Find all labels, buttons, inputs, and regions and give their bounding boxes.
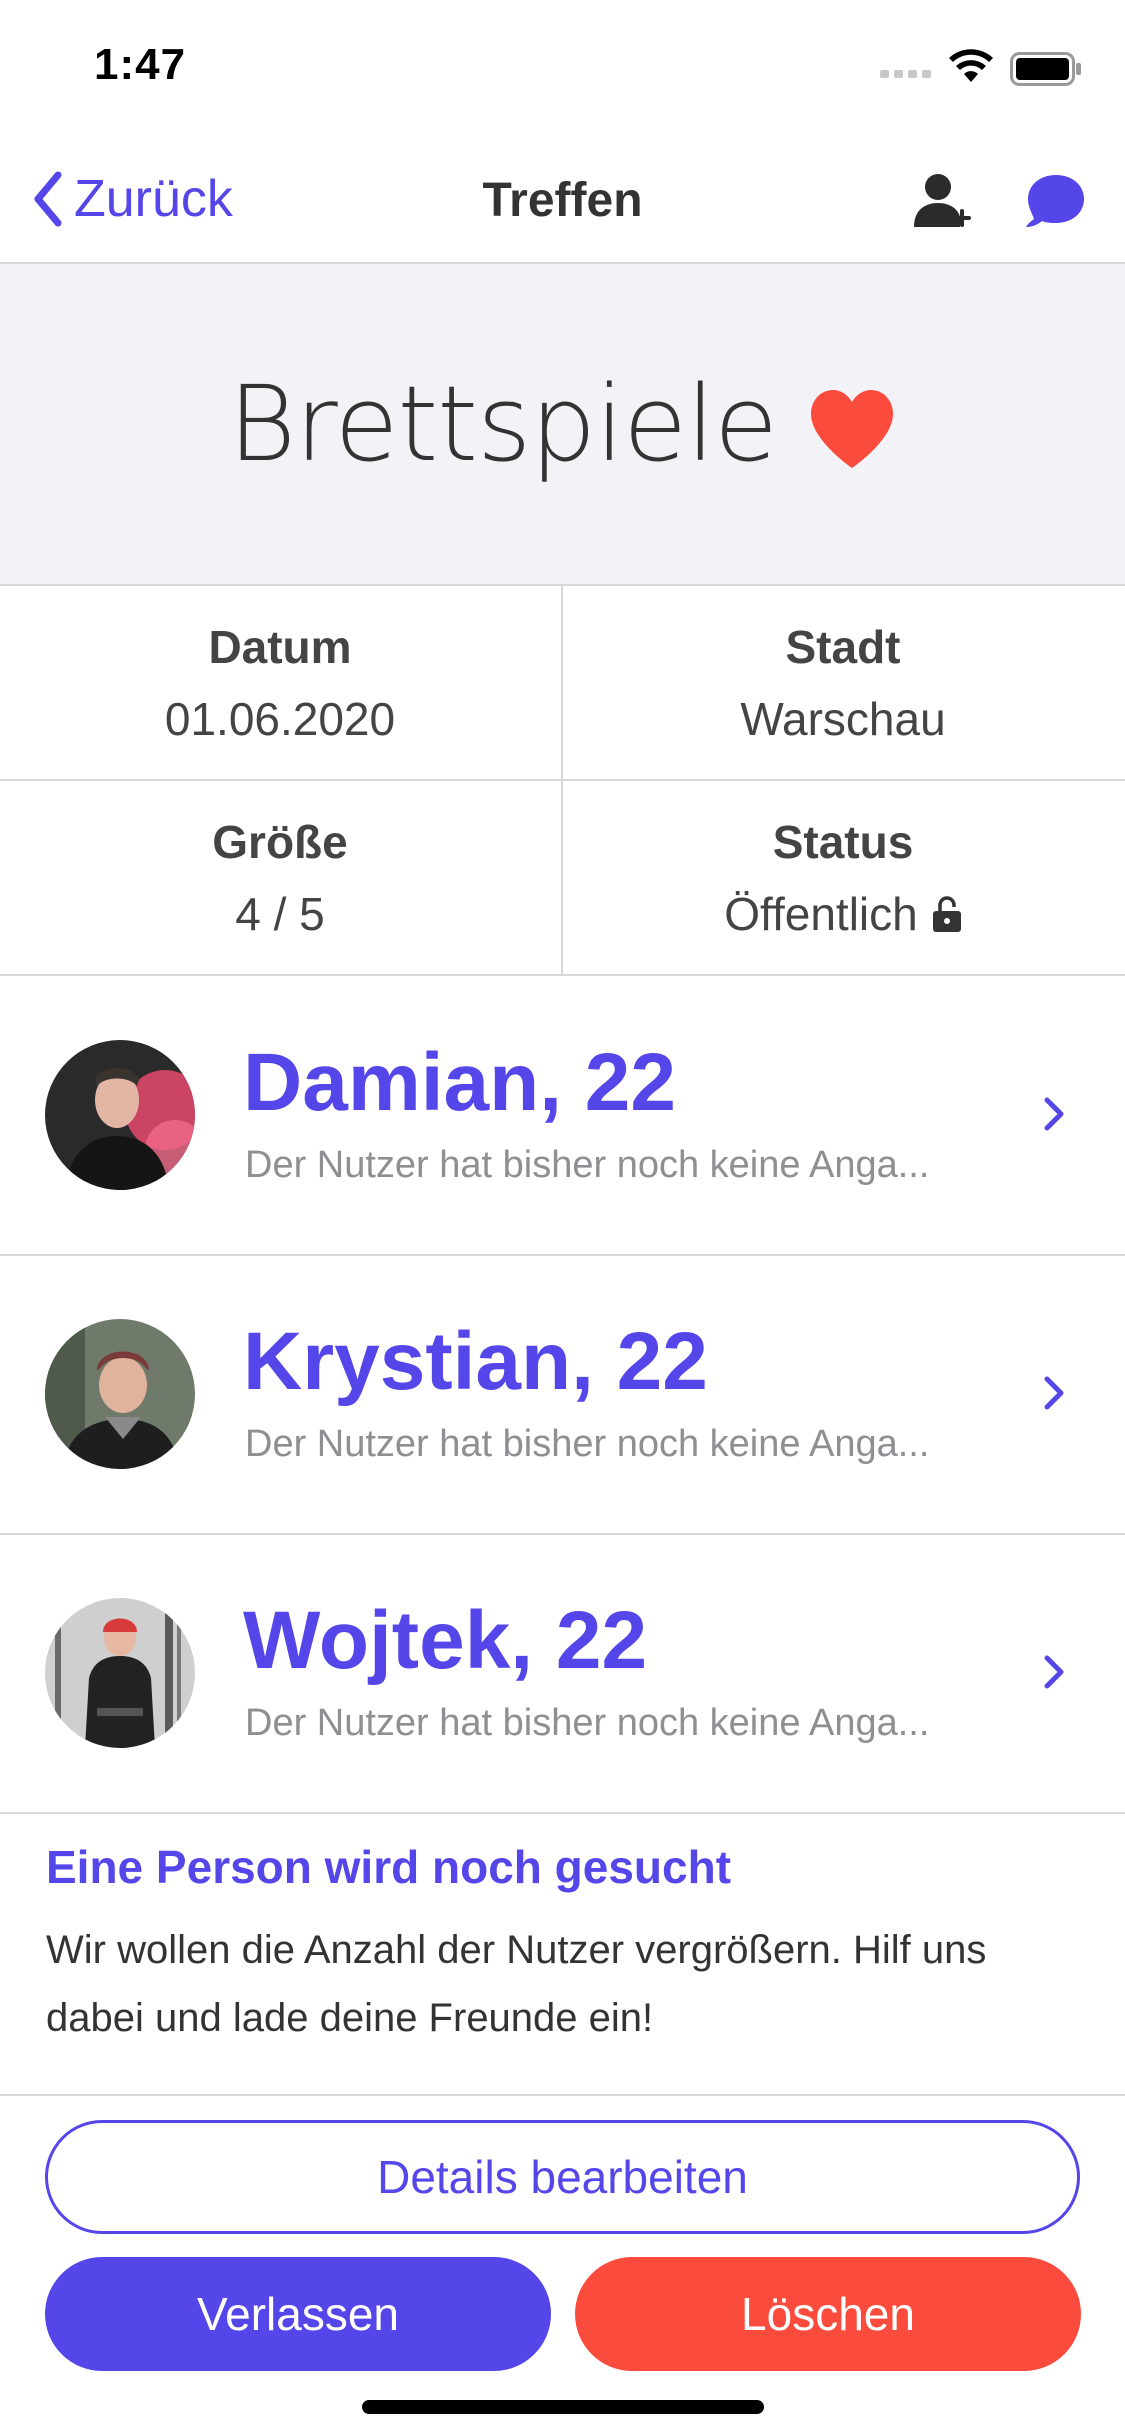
signal-icon <box>880 70 931 78</box>
status-label: Status <box>772 816 914 868</box>
navigation-bar: Zurück Treffen <box>0 135 1125 264</box>
wifi-icon <box>949 49 993 82</box>
member-row-wojtek[interactable]: Wojtek, 22 Der Nutzer hat bisher noch ke… <box>0 1534 1125 1814</box>
city-value: Warschau <box>740 693 946 745</box>
status-value: Öffentlich <box>724 888 918 940</box>
chevron-right-icon <box>1044 1097 1064 1131</box>
invite-title: Eine Person wird noch gesucht <box>46 1841 732 1893</box>
status-time: 1:47 <box>94 40 187 89</box>
invite-section: Eine Person wird noch gesucht Wir wollen… <box>0 1812 1125 2096</box>
date-value: 01.06.2020 <box>164 693 396 745</box>
delete-button[interactable]: Löschen <box>575 2257 1081 2371</box>
chevron-right-icon <box>1044 1376 1064 1410</box>
member-name: Krystian, 22 <box>243 1316 708 1407</box>
member-description: Der Nutzer hat bisher noch keine Anga... <box>245 1423 930 1465</box>
lock-open-icon <box>932 896 961 932</box>
member-name: Damian, 22 <box>243 1037 676 1128</box>
city-label: Stadt <box>785 621 901 673</box>
grid-divider <box>561 586 563 976</box>
status-cell: Status Öffentlich <box>563 781 1123 975</box>
date-cell: Datum 01.06.2020 <box>0 586 560 780</box>
status-value-wrap: Öffentlich <box>563 887 1123 941</box>
home-indicator[interactable] <box>362 2400 764 2414</box>
info-grid: Datum 01.06.2020 Stadt Warschau Größe 4 … <box>0 586 1125 976</box>
city-cell: Stadt Warschau <box>563 586 1123 780</box>
size-label: Größe <box>212 816 348 868</box>
avatar <box>45 1040 195 1190</box>
chevron-right-icon <box>1044 1655 1064 1689</box>
member-description: Der Nutzer hat bisher noch keine Anga... <box>245 1144 930 1186</box>
avatar <box>45 1319 195 1469</box>
size-value: 4 / 5 <box>235 888 325 940</box>
activity-title: Brettspiele <box>227 363 778 485</box>
size-cell: Größe 4 / 5 <box>0 781 560 975</box>
edit-details-button[interactable]: Details bearbeiten <box>45 2120 1080 2234</box>
member-name: Wojtek, 22 <box>243 1595 648 1686</box>
leave-button[interactable]: Verlassen <box>45 2257 551 2371</box>
add-user-icon[interactable] <box>912 171 972 231</box>
member-description: Der Nutzer hat bisher noch keine Anga... <box>245 1702 930 1744</box>
date-label: Datum <box>208 621 352 673</box>
chat-icon[interactable] <box>1024 171 1088 231</box>
status-bar: 1:47 <box>0 0 1125 135</box>
heart-icon[interactable] <box>807 388 897 470</box>
member-row-damian[interactable]: Damian, 22 Der Nutzer hat bisher noch ke… <box>0 976 1125 1256</box>
invite-text: Wir wollen die Anzahl der Nutzer vergröß… <box>46 1928 987 2040</box>
member-row-krystian[interactable]: Krystian, 22 Der Nutzer hat bisher noch … <box>0 1255 1125 1535</box>
battery-icon <box>1010 52 1081 86</box>
avatar <box>45 1598 195 1748</box>
grid-divider <box>0 779 1125 781</box>
activity-header: Brettspiele <box>0 264 1125 586</box>
